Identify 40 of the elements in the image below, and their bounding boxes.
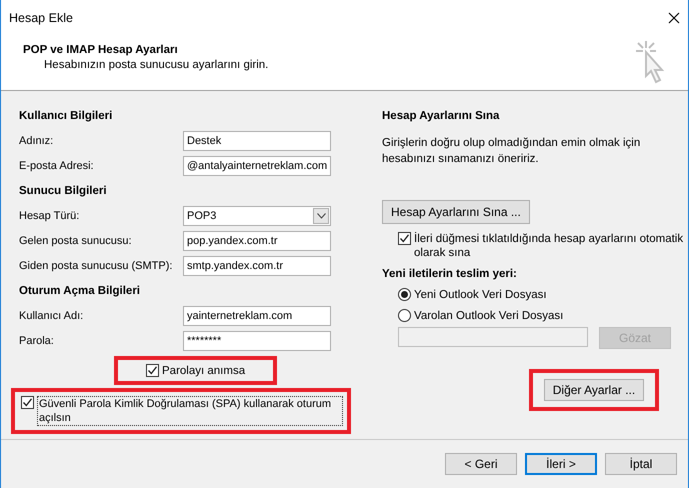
field-label: Kullanıcı Adı: bbox=[19, 310, 84, 322]
checkbox[interactable] bbox=[21, 396, 34, 409]
radio-button[interactable] bbox=[398, 288, 411, 301]
account-type-dropdown[interactable]: POP3 bbox=[183, 206, 331, 226]
window-title: Hesap Ekle bbox=[9, 11, 73, 25]
footer-button[interactable]: İleri > bbox=[525, 453, 597, 475]
field-label: Giden posta sunucusu (SMTP): bbox=[19, 260, 174, 272]
field-label: E-posta Adresi: bbox=[19, 160, 95, 172]
more-settings-button[interactable]: Diğer Ayarlar ... bbox=[544, 379, 644, 401]
checkbox[interactable] bbox=[398, 232, 411, 245]
section-heading: Oturum Açma Bilgileri bbox=[19, 284, 141, 299]
radio-button[interactable] bbox=[398, 309, 411, 322]
section-heading: Yeni iletilerin teslim yeri: bbox=[382, 268, 518, 280]
input-field[interactable]: pop.yandex.com.tr bbox=[183, 230, 331, 250]
input-field[interactable]: smtp.yandex.com.tr bbox=[183, 256, 331, 276]
page-subtitle: Hesabınızın posta sunucusu ayarlarını girin. bbox=[44, 59, 268, 71]
footer-button[interactable]: < Geri bbox=[445, 453, 517, 475]
field-label: Adınız: bbox=[19, 134, 54, 146]
section-heading: Hesap Ayarlarını Sına bbox=[382, 110, 500, 122]
input-field[interactable] bbox=[398, 327, 588, 347]
field-label: Parola: bbox=[19, 334, 55, 346]
footer-button[interactable]: İptal bbox=[605, 453, 677, 475]
section-heading: Sunucu Bilgileri bbox=[19, 184, 108, 199]
page-title: POP ve IMAP Hesap Ayarları bbox=[23, 44, 179, 56]
input-field[interactable]: @antalyainternetreklam.com bbox=[183, 156, 331, 176]
radio-label[interactable]: Yeni Outlook Veri Dosyası bbox=[414, 288, 547, 300]
checkbox-label[interactable]: İleri düğmesi tıklatıldığında hesap ayarlarını otomatik olarak sına bbox=[414, 232, 688, 260]
test-settings-button[interactable]: Hesap Ayarlarını Sına ... bbox=[382, 200, 530, 224]
input-field[interactable]: yainternetreklam.com bbox=[183, 306, 331, 326]
checkbox-label[interactable]: Güvenli Parola Kimlik Doğrulaması (SPA) kullanarak oturum açılsın bbox=[37, 396, 343, 426]
close-icon[interactable] bbox=[668, 12, 680, 24]
description-text: Girişlerin doğru olup olmadığından emin olmak için hesabınızı sınamanızı öneririz. bbox=[382, 136, 642, 167]
checkbox-label[interactable]: Parolayı anımsa bbox=[162, 364, 246, 376]
section-heading: Kullanıcı Bilgileri bbox=[19, 109, 114, 124]
field-label: Gelen posta sunucusu: bbox=[19, 234, 133, 246]
input-field[interactable]: ******** bbox=[183, 330, 331, 350]
radio-label[interactable]: Varolan Outlook Veri Dosyası bbox=[414, 310, 564, 322]
field-label: Hesap Türü: bbox=[19, 210, 80, 222]
checkbox[interactable] bbox=[146, 364, 159, 377]
input-field[interactable]: Destek bbox=[183, 130, 331, 150]
